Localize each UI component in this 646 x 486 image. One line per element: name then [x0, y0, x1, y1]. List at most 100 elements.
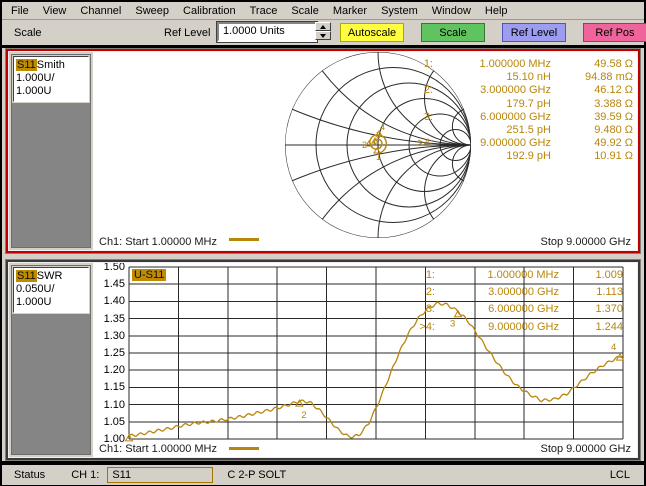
- menu-view[interactable]: View: [36, 4, 74, 18]
- swr-plot-area[interactable]: 1.501.451.401.351.301.251.201.151.101.05…: [93, 263, 637, 457]
- marker-readout-row: 251.5 pH9.480 Ω: [407, 124, 633, 137]
- trace-indicator-dash-bottom: [229, 447, 259, 450]
- marker-readout-cell: 9.480 Ω: [551, 124, 633, 137]
- menu-marker[interactable]: Marker: [326, 4, 374, 18]
- marker-readout-row: 179.7 pH3.388 Ω: [407, 98, 633, 111]
- toolbar-context-label: Scale: [14, 27, 42, 39]
- y-tick-label: 1.15: [93, 381, 125, 393]
- smith-plot-area[interactable]: 1234 1:1.000000 MHz49.58 Ω15.10 nH94.88 …: [93, 52, 637, 250]
- inactive-window-border: S11SWR 0.050U/ 1.000U 1.50 1.45 1.40 1.35 1.…: [6, 260, 640, 460]
- spin-down-button[interactable]: [315, 31, 331, 40]
- scale-button[interactable]: Scale: [421, 23, 485, 42]
- marker-readout-row: 1:1.000000 MHz1.009: [395, 267, 623, 284]
- menu-window[interactable]: Window: [425, 4, 478, 18]
- marker-readout-cell: 3.388 Ω: [551, 98, 633, 111]
- ref-pos-button[interactable]: Ref Pos: [583, 23, 646, 42]
- trace-info-box-bottom[interactable]: S11SWR 0.050U/ 1.000U: [13, 267, 89, 313]
- spin-up-button[interactable]: [315, 22, 331, 31]
- marker-readout-cell: 179.7 pH: [433, 98, 551, 111]
- trace-format-top: Smith: [37, 59, 65, 71]
- marker-readout-cell: 3.000000 GHz: [435, 284, 559, 301]
- softkey-area-bottom: S11SWR 0.050U/ 1.000U: [11, 265, 91, 455]
- trace-ref-top: 1.000U: [16, 85, 86, 98]
- marker-readout-row: 192.9 pH10.91 Ω: [407, 150, 633, 163]
- svg-text:2: 2: [301, 410, 306, 421]
- menu-scale[interactable]: Scale: [284, 4, 326, 18]
- menu-trace[interactable]: Trace: [243, 4, 285, 18]
- marker-readout-cell: 3.000000 GHz: [433, 84, 551, 97]
- y-tick-label: 1.10: [93, 399, 125, 411]
- svg-text:4: 4: [380, 122, 385, 132]
- trace-format-bottom: SWR: [37, 270, 63, 282]
- trace-ref-bottom: 1.000U: [16, 296, 86, 309]
- start-frequency-label-bottom: Ch1: Start 1.00000 MHz: [99, 443, 217, 455]
- menu-sweep[interactable]: Sweep: [128, 4, 176, 18]
- marker-readout-cell: 1.370: [559, 301, 623, 318]
- menu-bar: FileViewChannelSweepCalibrationTraceScal…: [2, 2, 644, 20]
- marker-readout-cell: 1.244: [559, 319, 623, 336]
- marker-readout-cell: 49.58 Ω: [551, 58, 633, 71]
- y-tick-label: 1.30: [93, 330, 125, 342]
- ref-level-button[interactable]: Ref Level: [502, 23, 566, 42]
- status-bar: Status CH 1: S11 C 2-P SOLT LCL: [2, 465, 644, 485]
- marker-readout-cell: 1.000000 MHz: [435, 267, 559, 284]
- marker-readout-cell: 94.88 mΩ: [551, 71, 633, 84]
- menu-channel[interactable]: Channel: [73, 4, 128, 18]
- y-tick-label: 1.45: [93, 278, 125, 290]
- svg-text:4: 4: [611, 342, 616, 353]
- stop-frequency-label-top: Stop 9.00000 GHz: [540, 236, 631, 248]
- marker-readout-cell: 1:: [395, 267, 435, 284]
- marker-readout-cell: 1.009: [559, 267, 623, 284]
- vna-app-window: FileViewChannelSweepCalibrationTraceScal…: [2, 2, 644, 484]
- menu-calibration[interactable]: Calibration: [176, 4, 243, 18]
- marker-readout-cell: 10.91 Ω: [551, 150, 633, 163]
- marker-readout-cell: 251.5 pH: [433, 124, 551, 137]
- marker-readout-cell: 9.000000 GHz: [435, 319, 559, 336]
- marker-readout-bottom: 1:1.000000 MHz1.0092:3.000000 GHz1.1133:…: [395, 267, 623, 336]
- marker-readout-cell: >4:: [395, 319, 435, 336]
- calibration-status: C 2-P SOLT: [227, 469, 286, 481]
- y-tick-label: 1.40: [93, 295, 125, 307]
- stop-frequency-label-bottom: Stop 9.00000 GHz: [540, 443, 631, 455]
- status-label: Status: [14, 469, 45, 481]
- ref-level-input[interactable]: 1.0000 Units: [217, 22, 317, 42]
- marker-readout-cell: [407, 71, 433, 84]
- autoscale-button[interactable]: Autoscale: [340, 23, 404, 42]
- marker-readout-cell: 46.12 Ω: [551, 84, 633, 97]
- menu-file[interactable]: File: [4, 4, 36, 18]
- ref-level-spinner: [315, 22, 331, 41]
- spin-up-icon: [320, 25, 326, 29]
- trace-id-top: S11: [16, 59, 37, 71]
- marker-readout-cell: 39.59 Ω: [551, 111, 633, 124]
- marker-readout-row: 3:6.000000 GHz1.370: [395, 301, 623, 318]
- marker-readout-cell: 1.000000 MHz: [433, 58, 551, 71]
- y-tick-label: 1.35: [93, 313, 125, 325]
- svg-text:3: 3: [376, 130, 381, 140]
- marker-readout-cell: 6.000000 GHz: [433, 111, 551, 124]
- softkey-area-top: S11Smith 1.000U/ 1.000U: [11, 54, 91, 248]
- marker-readout-cell: 9.000000 GHz: [433, 137, 551, 150]
- y-tick-label: 1.05: [93, 416, 125, 428]
- marker-readout-cell: [407, 124, 433, 137]
- marker-readout-row: 1:1.000000 MHz49.58 Ω: [407, 58, 633, 71]
- marker-readout-top: 1:1.000000 MHz49.58 Ω15.10 nH94.88 mΩ2:3…: [407, 58, 633, 164]
- marker-readout-cell: 1:: [407, 58, 433, 71]
- channel-window-smith: S11Smith 1.000U/ 1.000U 1234 1:1.000000 …: [5, 48, 641, 254]
- marker-readout-cell: 3:: [395, 301, 435, 318]
- menu-help[interactable]: Help: [478, 4, 515, 18]
- marker-readout-cell: >4:: [407, 137, 433, 150]
- menu-system[interactable]: System: [374, 4, 425, 18]
- lcl-indicator: LCL: [610, 469, 630, 481]
- trace-scale-top: 1.000U/: [16, 72, 86, 85]
- marker-readout-cell: [407, 98, 433, 111]
- trace-scale-bottom: 0.050U/: [16, 283, 86, 296]
- channel-label: CH 1:: [71, 469, 99, 481]
- y-tick-label: 1.50: [93, 263, 125, 273]
- trace-id-bottom: S11: [16, 270, 37, 282]
- active-window-border: S11Smith 1.000U/ 1.000U 1234 1:1.000000 …: [6, 49, 640, 253]
- active-trace-field[interactable]: S11: [107, 467, 213, 483]
- ref-level-label: Ref Level: [164, 27, 210, 39]
- trace-info-box-top[interactable]: S11Smith 1.000U/ 1.000U: [13, 56, 89, 102]
- curve-label: U-S11: [132, 269, 166, 281]
- marker-readout-cell: 3:: [407, 111, 433, 124]
